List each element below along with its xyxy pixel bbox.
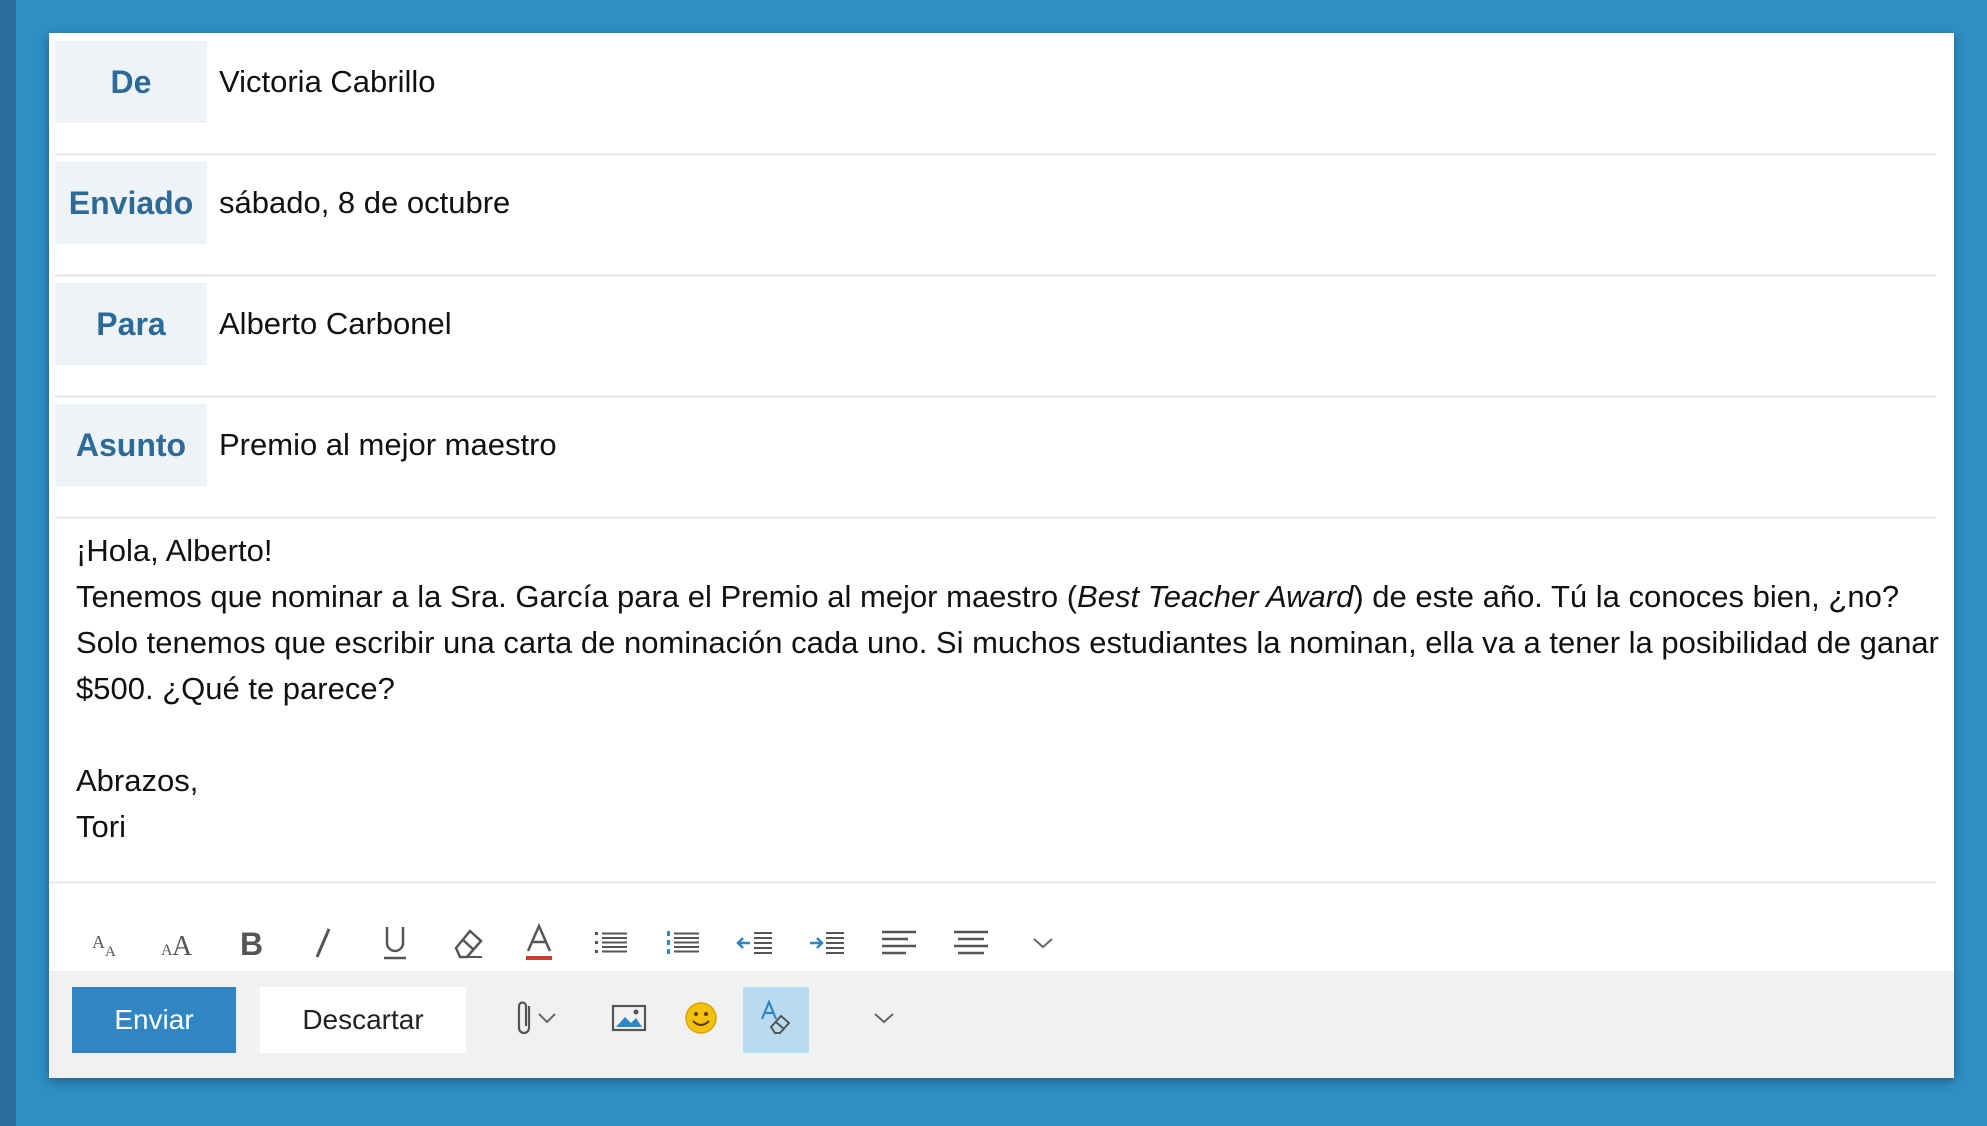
emoji-button[interactable] [669, 987, 733, 1053]
underline-icon[interactable] [371, 919, 419, 967]
svg-text:A: A [105, 944, 116, 960]
format-icon [757, 998, 795, 1042]
format-toggle-button[interactable] [743, 987, 809, 1053]
emoji-icon [683, 1000, 719, 1041]
svg-text:A: A [172, 931, 193, 960]
subject-row: Asunto Premio al mejor maestro [55, 396, 1936, 519]
to-value[interactable]: Alberto Carbonel [219, 283, 452, 365]
numbered-list-icon[interactable] [659, 919, 707, 967]
svg-text:A: A [92, 932, 105, 952]
discard-button[interactable]: Descartar [260, 987, 466, 1053]
subject-value[interactable]: Premio al mejor maestro [219, 404, 557, 486]
message-body[interactable]: ¡Hola, Alberto! Tenemos que nominar a la… [76, 528, 1946, 850]
closing: Abrazos, [76, 763, 199, 798]
font-color-icon[interactable] [515, 919, 563, 967]
sent-value: sábado, 8 de octubre [219, 185, 511, 220]
attach-chevron-down-icon [536, 1011, 558, 1030]
signature: Tori [76, 809, 126, 844]
action-bar: Enviar Descartar [49, 971, 1954, 1078]
bullet-list-icon[interactable] [587, 919, 635, 967]
toolbar-divider [49, 881, 1936, 884]
sent-label: Enviado [55, 162, 207, 244]
chevron-down-icon [872, 1010, 896, 1031]
attach-button[interactable] [503, 987, 569, 1053]
more-options-button[interactable] [859, 987, 909, 1053]
from-row: De Victoria Cabrillo [55, 33, 1936, 156]
background-strip [0, 0, 16, 1126]
to-row: Para Alberto Carbonel [55, 275, 1936, 398]
image-icon [611, 1003, 647, 1038]
email-window: De Victoria Cabrillo Enviado sábado, 8 d… [49, 33, 1954, 1078]
align-left-icon[interactable] [875, 919, 923, 967]
more-formatting-chevron-down-icon[interactable] [1019, 919, 1067, 967]
bold-icon[interactable]: B [227, 919, 275, 967]
paragraph-italic-text: Best Teacher Award [1077, 579, 1354, 614]
message-paragraph: Tenemos que nominar a la Sra. García par… [76, 574, 1946, 712]
outdent-icon[interactable] [731, 919, 779, 967]
eraser-icon[interactable] [443, 919, 491, 967]
to-label: Para [55, 283, 207, 365]
font-size-increase-icon[interactable]: AA [155, 919, 203, 967]
send-button[interactable]: Enviar [72, 987, 236, 1053]
insert-image-button[interactable] [597, 987, 661, 1053]
paperclip-icon [514, 998, 536, 1043]
greeting: ¡Hola, Alberto! [76, 533, 273, 568]
indent-icon[interactable] [803, 919, 851, 967]
from-value[interactable]: Victoria Cabrillo [219, 41, 436, 123]
align-center-icon[interactable] [947, 919, 995, 967]
svg-text:B: B [240, 926, 263, 960]
sent-row: Enviado sábado, 8 de octubre [55, 154, 1936, 277]
subject-label: Asunto [55, 404, 207, 486]
from-label: De [55, 41, 207, 123]
paragraph-text-start: Tenemos que nominar a la Sra. García par… [76, 579, 1078, 614]
italic-icon[interactable] [299, 919, 347, 967]
font-size-decrease-icon[interactable]: AA [83, 919, 131, 967]
